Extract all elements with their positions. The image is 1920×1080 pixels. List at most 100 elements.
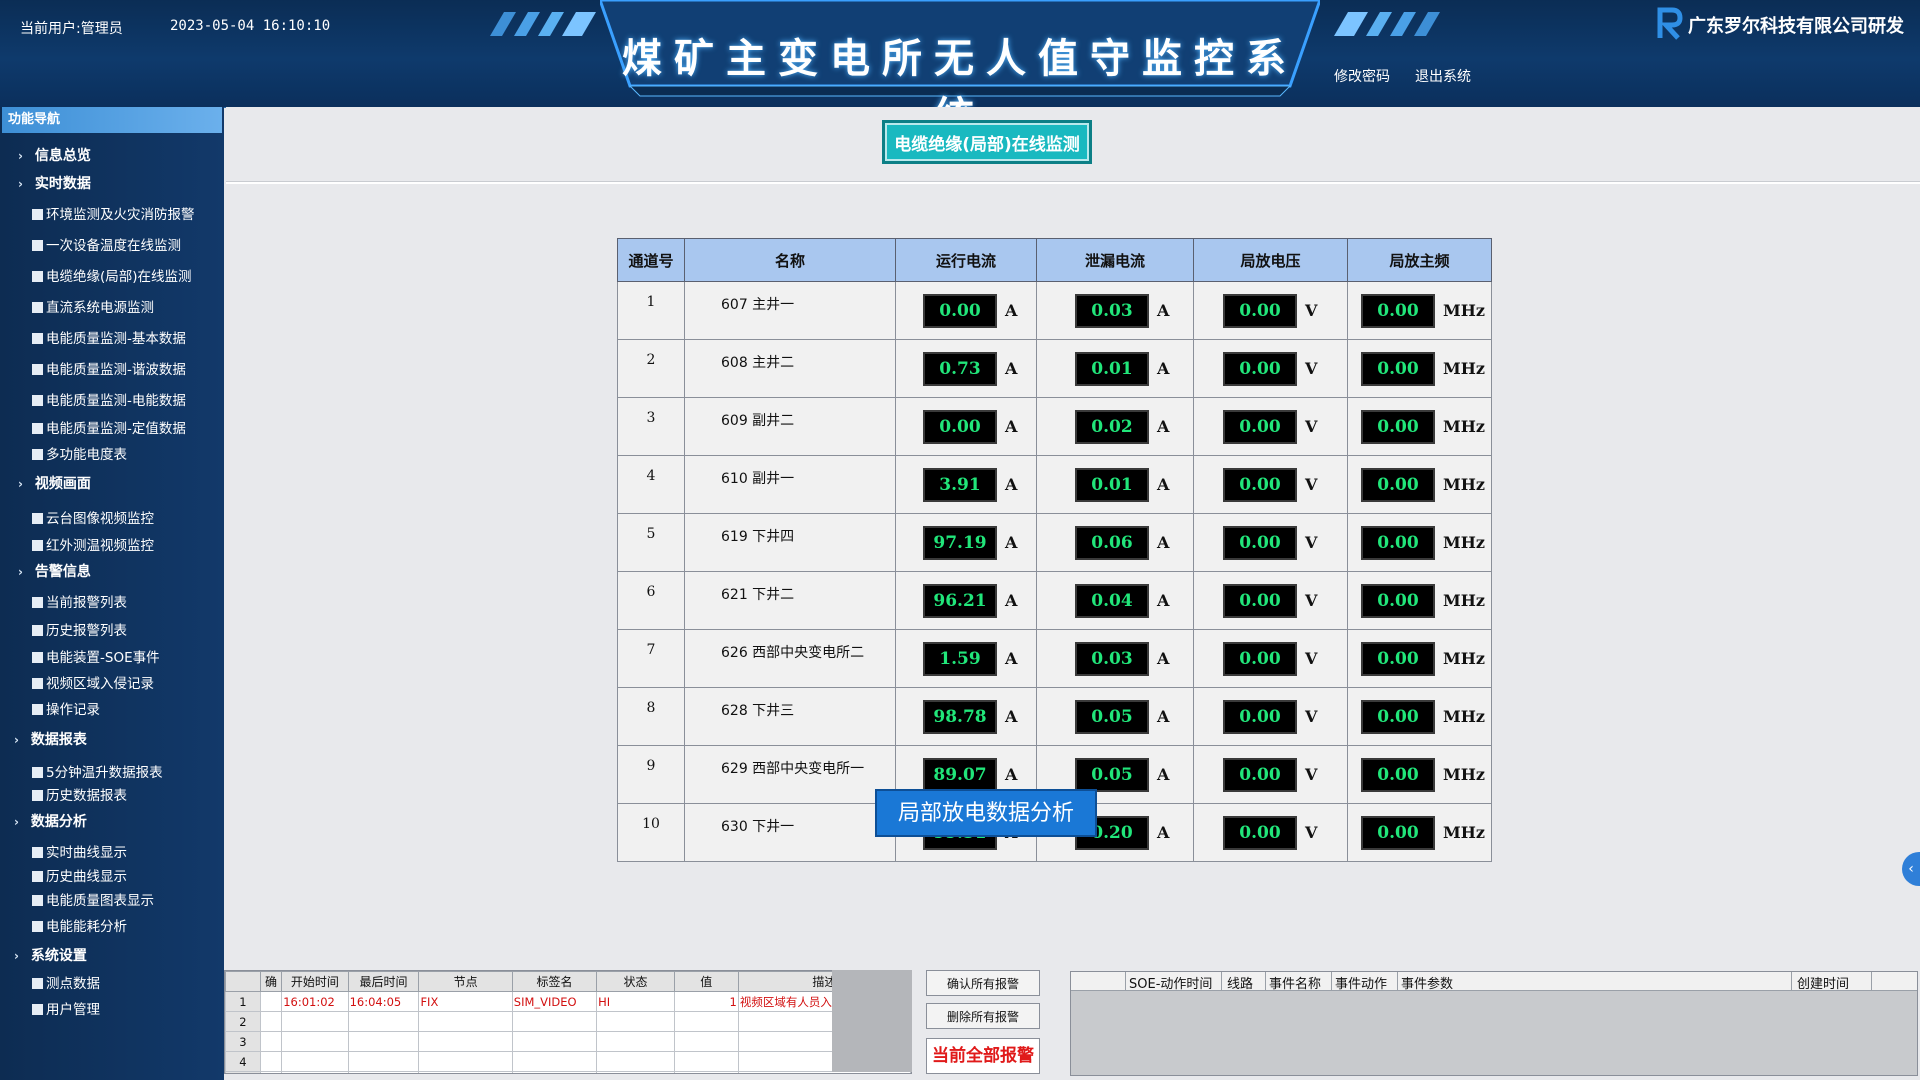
channel-number-text: 4 (646, 468, 656, 484)
leak-current: 0.03 A (1036, 629, 1194, 688)
unit-label: A (1005, 707, 1018, 726)
sidebar-item-ptz[interactable]: 云台图像视频监控 (32, 507, 154, 527)
sidebar-item-pq-basic[interactable]: 电能质量监测-基本数据 (32, 327, 186, 347)
header-bar: 当前用户:管理员 2023-05-04 16:10:10 煤矿主变电所无人值守监… (0, 0, 1920, 140)
sidebar-item-history-curve[interactable]: 历史曲线显示 (32, 865, 127, 885)
sidebar-item-report-5min[interactable]: 5分钟温升数据报表 (32, 761, 163, 781)
sidebar-item-pq-chart[interactable]: 电能质量图表显示 (32, 889, 154, 909)
sidebar-item-dc[interactable]: 直流系统电源监测 (32, 296, 154, 316)
bullet-square-icon (32, 921, 43, 932)
run-current: 3.91 A (895, 455, 1037, 514)
pd-analysis-button[interactable]: 局部放电数据分析 (875, 789, 1097, 837)
table-row[interactable]: 1 16:01:02 16:04:05 FIX SIM_VIDEO HI 1 视… (225, 991, 911, 1012)
run-current: 0.00 A (895, 397, 1037, 456)
sidebar-item-users[interactable]: 用户管理 (32, 998, 100, 1018)
soe-event-panel[interactable]: SOE-动作时间 线路 事件名称 事件动作 事件参数 创建时间 (1070, 971, 1918, 1076)
alarm-status: HI (596, 991, 675, 1012)
alarm-col-value: 值 (673, 971, 739, 992)
all-current-alarms-button[interactable]: 当前全部报警 (926, 1038, 1040, 1074)
sidebar-item-pq-setting[interactable]: 电能质量监测-定值数据 (32, 417, 186, 437)
sidebar-item-intrusion[interactable]: 视频区域入侵记录 (32, 672, 154, 692)
unit-label: V (1305, 359, 1318, 378)
sidebar-item-energy[interactable]: 电能能耗分析 (32, 915, 127, 935)
alarm-ack-cell[interactable] (259, 991, 283, 1012)
col-header-pd-freq: 局放主频 (1347, 238, 1492, 282)
run-current-display: 89.07 (923, 757, 997, 792)
table-row[interactable]: 5 (225, 1071, 911, 1073)
group-label: 数据分析 (30, 814, 87, 830)
sidebar-item-pq-harm[interactable]: 电能质量监测-谐波数据 (32, 358, 186, 378)
sidebar-item-temp[interactable]: 一次设备温度在线监测 (32, 234, 181, 254)
sidebar-group-reports[interactable]: › 数据报表 (14, 729, 87, 749)
bullet-square-icon (32, 449, 43, 460)
channel-name-text: 626 西部中央变电所二 (721, 645, 865, 661)
col-header-name: 名称 (684, 238, 896, 282)
sidebar-group-realtime[interactable]: › 实时数据 (18, 173, 91, 193)
bullet-square-icon (32, 678, 43, 689)
chevron-right-icon: › (18, 565, 23, 579)
pd-frequency-display: 0.00 (1361, 351, 1435, 386)
collapse-panel-icon[interactable]: ‹ (1902, 852, 1920, 886)
logout-link[interactable]: 退出系统 (1415, 66, 1471, 86)
channel-name-text: 619 下井四 (721, 529, 795, 545)
table-row[interactable]: 2 (225, 1011, 911, 1032)
unit-label: A (1005, 359, 1018, 378)
run-current: 0.73 A (895, 339, 1037, 398)
unit-label: V (1305, 533, 1318, 552)
col-header-channel: 通道号 (617, 238, 685, 282)
table-row[interactable]: 4 (225, 1051, 911, 1072)
sidebar-item-current-alarm[interactable]: 当前报警列表 (32, 591, 127, 611)
run-current-display: 3.91 (923, 467, 997, 502)
sidebar-group-overview[interactable]: › 信息总览 (18, 145, 91, 165)
channel-number: 6 (617, 571, 685, 630)
item-label: 电能质量图表显示 (46, 893, 154, 909)
table-row: 8 628 下井三 98.78 A 0.05 A 0.00 V 0.00 MHz (617, 687, 1492, 746)
sidebar-group-settings[interactable]: › 系统设置 (14, 945, 87, 965)
group-label: 实时数据 (34, 176, 91, 192)
channel-name-text: 621 下井二 (721, 587, 795, 603)
sidebar-item-env[interactable]: 环境监测及火灾消防报警 (32, 203, 195, 223)
pd-frequency: 0.00 MHz (1347, 803, 1492, 862)
table-header-row: 通道号 名称 运行电流 泄漏电流 局放电压 局放主频 (617, 238, 1492, 282)
ack-all-alarms-button[interactable]: 确认所有报警 (926, 970, 1040, 996)
pd-frequency-display: 0.00 (1361, 293, 1435, 328)
alarm-last-time: 16:04:05 (347, 991, 420, 1012)
sidebar-item-points[interactable]: 测点数据 (32, 972, 100, 992)
alarm-grid[interactable]: 确 开始时间 最后时间 节点 标签名 状态 值 描述 1 16:01:02 16… (224, 970, 912, 1074)
sidebar-item-report-history[interactable]: 历史数据报表 (32, 784, 127, 804)
sidebar-item-soe[interactable]: 电能装置-SOE事件 (32, 646, 160, 666)
unit-label: MHz (1443, 591, 1485, 610)
item-label: 测点数据 (46, 976, 100, 992)
sidebar-item-oplog[interactable]: 操作记录 (32, 698, 100, 718)
channel-name: 607 主井一 (684, 281, 896, 340)
table-row: 5 619 下井四 97.19 A 0.06 A 0.00 V 0.00 MHz (617, 513, 1492, 572)
channel-name-text: 609 副井二 (721, 413, 795, 429)
run-current: 97.19 A (895, 513, 1037, 572)
item-label: 5分钟温升数据报表 (46, 765, 163, 781)
row-number: 1 (225, 991, 261, 1012)
table-row[interactable]: 3 (225, 1031, 911, 1052)
sidebar-item-cable[interactable]: 电缆绝缘(局部)在线监测 (32, 265, 192, 285)
item-label: 电能质量监测-基本数据 (46, 331, 186, 347)
sidebar-item-pq-energy[interactable]: 电能质量监测-电能数据 (32, 389, 186, 409)
delete-all-alarms-button[interactable]: 删除所有报警 (926, 1003, 1040, 1029)
sidebar-item-realtime-curve[interactable]: 实时曲线显示 (32, 841, 127, 861)
unit-label: A (1005, 765, 1018, 784)
change-password-link[interactable]: 修改密码 (1334, 66, 1390, 86)
sidebar-item-ir[interactable]: 红外测温视频监控 (32, 534, 154, 554)
pd-frequency: 0.00 MHz (1347, 571, 1492, 630)
pd-frequency-display: 0.00 (1361, 757, 1435, 792)
leak-current-display: 0.01 (1075, 351, 1149, 386)
bullet-square-icon (32, 271, 43, 282)
unit-label: A (1157, 301, 1170, 320)
sidebar-item-history-alarm[interactable]: 历史报警列表 (32, 619, 127, 639)
unit-label: A (1157, 707, 1170, 726)
sidebar-group-video[interactable]: › 视频画面 (18, 473, 91, 493)
sidebar-group-alarms[interactable]: › 告警信息 (18, 561, 91, 581)
company-logo-icon (1657, 7, 1683, 40)
sidebar-group-analysis[interactable]: › 数据分析 (14, 811, 87, 831)
item-label: 云台图像视频监控 (46, 511, 154, 527)
sidebar-item-meter[interactable]: 多功能电度表 (32, 443, 127, 463)
unit-label: V (1305, 417, 1318, 436)
leak-current: 0.06 A (1036, 513, 1194, 572)
